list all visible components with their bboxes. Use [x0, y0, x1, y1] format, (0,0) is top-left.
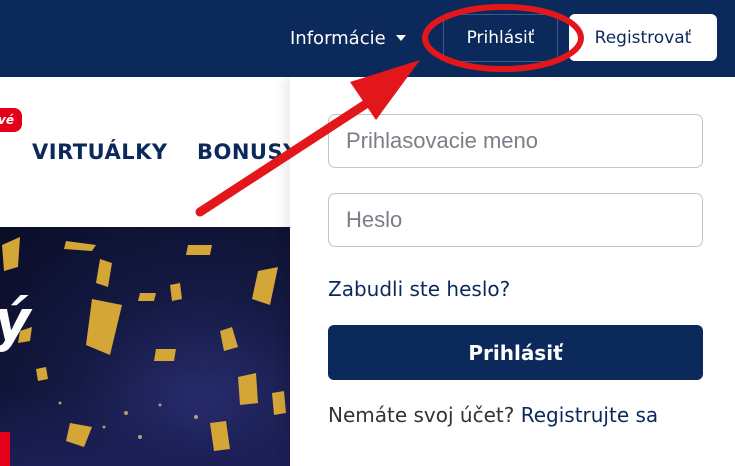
username-input[interactable] [328, 114, 703, 168]
chevron-down-icon [395, 35, 406, 41]
banner-text: ý [0, 289, 31, 354]
banner-red-tab [0, 432, 10, 466]
new-badge: vé [0, 108, 22, 132]
register-button[interactable]: Registrovať [569, 14, 717, 61]
password-input[interactable] [328, 193, 703, 247]
nav-item-virtualky[interactable]: VIRTUÁLKY [32, 140, 168, 164]
forgot-password-link[interactable]: Zabudli ste heslo? [328, 277, 510, 301]
register-link[interactable]: Registrujte sa [521, 403, 658, 427]
promo-banner[interactable]: ý [0, 227, 290, 466]
top-bar: Informácie Prihlásiť Registrovať [0, 0, 735, 77]
submit-login-button[interactable]: Prihlásiť [328, 325, 703, 380]
nav-item-bonusy[interactable]: BONUSY [197, 140, 290, 164]
info-menu[interactable]: Informácie [290, 24, 406, 52]
info-menu-label: Informácie [290, 27, 386, 49]
no-account-text: Nemáte svoj účet? [328, 403, 515, 427]
no-account-row: Nemáte svoj účet? Registrujte sa [328, 403, 658, 427]
login-panel: Zabudli ste heslo? Prihlásiť Nemáte svoj… [290, 77, 735, 466]
confetti [2, 237, 286, 451]
login-button[interactable]: Prihlásiť [443, 14, 558, 62]
